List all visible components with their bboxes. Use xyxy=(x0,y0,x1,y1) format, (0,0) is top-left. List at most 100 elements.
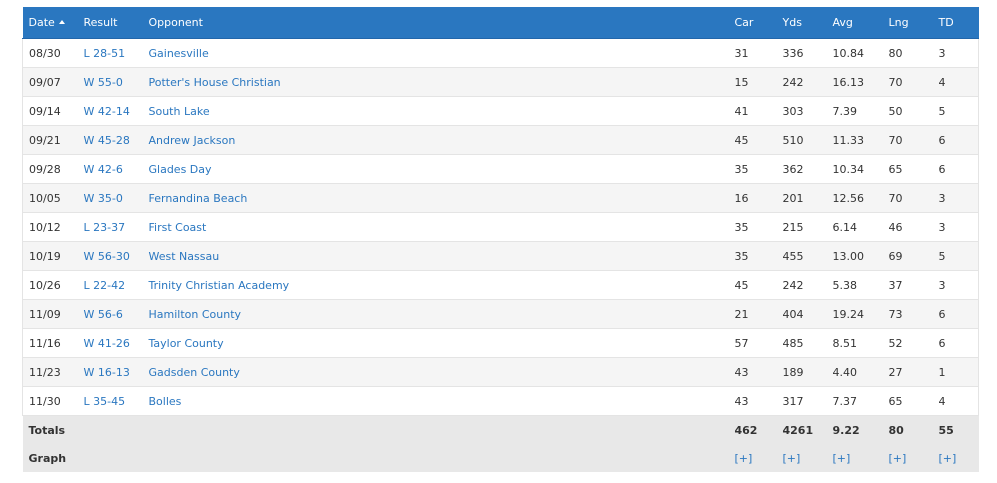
row-car: 41 xyxy=(728,96,777,126)
row-result-link[interactable]: W 55-0 xyxy=(84,76,123,89)
row-td: 4 xyxy=(932,386,979,416)
row-result-link[interactable]: L 28-51 xyxy=(84,47,126,60)
row-opponent-link[interactable]: West Nassau xyxy=(149,250,220,263)
row-opponent-link[interactable]: First Coast xyxy=(149,221,207,234)
row-lng: 69 xyxy=(882,241,933,271)
row-avg: 19.24 xyxy=(826,299,883,329)
row-car: 21 xyxy=(728,299,777,329)
row-lng: 70 xyxy=(882,183,933,213)
row-yds: 189 xyxy=(776,357,827,387)
row-lng: 46 xyxy=(882,212,933,242)
totals-label: Totals xyxy=(22,415,78,444)
row-yds: 215 xyxy=(776,212,827,242)
totals-yds: 4261 xyxy=(776,415,827,444)
row-car: 31 xyxy=(728,38,777,68)
row-lng: 70 xyxy=(882,125,933,155)
row-opponent-link[interactable]: Gainesville xyxy=(149,47,209,60)
row-td: 6 xyxy=(932,299,979,329)
row-td: 6 xyxy=(932,125,979,155)
row-yds: 242 xyxy=(776,270,827,300)
row-avg: 12.56 xyxy=(826,183,883,213)
column-header-lng[interactable]: Lng xyxy=(882,7,933,39)
graph-row: Graph [+] [+] [+] [+] [+] xyxy=(22,444,979,472)
row-result-link[interactable]: L 35-45 xyxy=(84,395,126,408)
row-result-link[interactable]: L 22-42 xyxy=(84,279,126,292)
table-row: 09/07 W 55-0 Potter's House Christian 15 242… xyxy=(22,67,979,97)
row-opponent-link[interactable]: Trinity Christian Academy xyxy=(149,279,290,292)
table-row: 09/14 W 42-14 South Lake 41 303 7.39 50 5 xyxy=(22,96,979,126)
row-car: 43 xyxy=(728,357,777,387)
row-avg: 8.51 xyxy=(826,328,883,358)
row-date: 11/09 xyxy=(22,299,78,329)
table-row: 11/23 W 16-13 Gadsden County 43 189 4.40 27 1 xyxy=(22,357,979,387)
column-header-avg[interactable]: Avg xyxy=(826,7,883,39)
header-row: Date Result Opponent Car Yds Avg Lng TD xyxy=(22,7,979,39)
row-avg: 11.33 xyxy=(826,125,883,155)
row-avg: 7.39 xyxy=(826,96,883,126)
row-car: 15 xyxy=(728,67,777,97)
totals-lng: 80 xyxy=(882,415,933,444)
row-opponent-link[interactable]: South Lake xyxy=(149,105,210,118)
totals-row: Totals 462 4261 9.22 80 55 xyxy=(22,415,979,444)
row-avg: 7.37 xyxy=(826,386,883,416)
row-car: 35 xyxy=(728,154,777,184)
row-yds: 404 xyxy=(776,299,827,329)
table-row: 11/16 W 41-26 Taylor County 57 485 8.51 52 6 xyxy=(22,328,979,358)
row-opponent-link[interactable]: Potter's House Christian xyxy=(149,76,281,89)
graph-yds-link[interactable]: [+] xyxy=(783,452,801,465)
row-car: 35 xyxy=(728,212,777,242)
row-car: 45 xyxy=(728,270,777,300)
row-date: 09/07 xyxy=(22,67,78,97)
row-lng: 65 xyxy=(882,386,933,416)
row-lng: 52 xyxy=(882,328,933,358)
row-opponent-link[interactable]: Gadsden County xyxy=(149,366,240,379)
row-td: 4 xyxy=(932,67,979,97)
row-result-link[interactable]: W 42-14 xyxy=(84,105,130,118)
row-date: 10/26 xyxy=(22,270,78,300)
sort-ascending-icon xyxy=(58,20,65,24)
row-date: 09/14 xyxy=(22,96,78,126)
graph-car-link[interactable]: [+] xyxy=(735,452,753,465)
column-header-opponent[interactable]: Opponent xyxy=(142,7,729,39)
row-car: 57 xyxy=(728,328,777,358)
row-opponent-link[interactable]: Hamilton County xyxy=(149,308,242,321)
row-td: 5 xyxy=(932,241,979,271)
column-header-date[interactable]: Date xyxy=(22,7,78,39)
table-row: 10/05 W 35-0 Fernandina Beach 16 201 12.56 70 3 xyxy=(22,183,979,213)
column-header-yds[interactable]: Yds xyxy=(776,7,827,39)
row-opponent-link[interactable]: Glades Day xyxy=(149,163,212,176)
row-lng: 65 xyxy=(882,154,933,184)
row-result-link[interactable]: L 23-37 xyxy=(84,221,126,234)
row-result-link[interactable]: W 42-6 xyxy=(84,163,123,176)
row-yds: 510 xyxy=(776,125,827,155)
graph-avg-link[interactable]: [+] xyxy=(833,452,851,465)
row-avg: 10.84 xyxy=(826,38,883,68)
row-result-link[interactable]: W 45-28 xyxy=(84,134,130,147)
row-result-link[interactable]: W 56-6 xyxy=(84,308,123,321)
row-result-link[interactable]: W 16-13 xyxy=(84,366,130,379)
row-opponent-link[interactable]: Andrew Jackson xyxy=(149,134,236,147)
row-yds: 362 xyxy=(776,154,827,184)
row-lng: 73 xyxy=(882,299,933,329)
row-result-link[interactable]: W 35-0 xyxy=(84,192,123,205)
row-avg: 6.14 xyxy=(826,212,883,242)
row-td: 6 xyxy=(932,328,979,358)
column-header-td[interactable]: TD xyxy=(932,7,979,39)
totals-car: 462 xyxy=(728,415,777,444)
graph-td-link[interactable]: [+] xyxy=(939,452,957,465)
row-yds: 336 xyxy=(776,38,827,68)
row-td: 1 xyxy=(932,357,979,387)
graph-lng-link[interactable]: [+] xyxy=(889,452,907,465)
row-lng: 50 xyxy=(882,96,933,126)
row-result-link[interactable]: W 56-30 xyxy=(84,250,130,263)
column-header-result[interactable]: Result xyxy=(77,7,143,39)
row-opponent-link[interactable]: Taylor County xyxy=(149,337,224,350)
row-date: 09/21 xyxy=(22,125,78,155)
row-opponent-link[interactable]: Bolles xyxy=(149,395,182,408)
row-td: 3 xyxy=(932,212,979,242)
row-result-link[interactable]: W 41-26 xyxy=(84,337,130,350)
row-date: 10/05 xyxy=(22,183,78,213)
column-header-car[interactable]: Car xyxy=(728,7,777,39)
row-lng: 70 xyxy=(882,67,933,97)
row-opponent-link[interactable]: Fernandina Beach xyxy=(149,192,248,205)
